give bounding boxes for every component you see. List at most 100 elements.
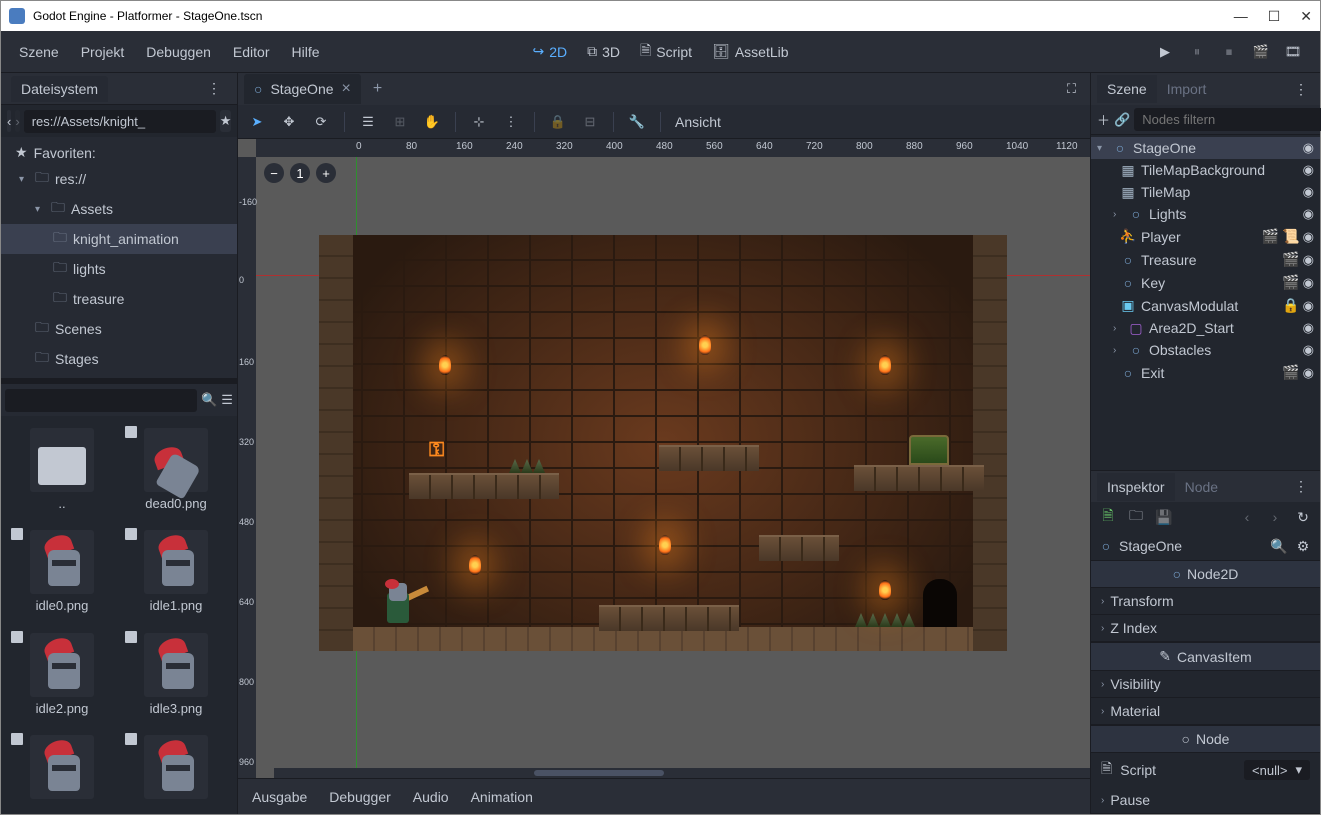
- node-filter-input[interactable]: [1134, 108, 1321, 131]
- node-key[interactable]: ○Key 🎬◉: [1091, 271, 1320, 294]
- zoom-in-button[interactable]: +: [316, 163, 336, 183]
- add-node-icon[interactable]: ＋: [1097, 111, 1110, 129]
- save-resource-icon[interactable]: 💾: [1155, 508, 1173, 526]
- viewport[interactable]: 0 80 160 240 320 400 480 560 640 720 800…: [238, 139, 1090, 778]
- node-exit[interactable]: ○Exit 🎬◉: [1091, 361, 1320, 384]
- zoom-reset-button[interactable]: 1: [290, 163, 310, 183]
- open-scene-icon[interactable]: 🎬: [1282, 364, 1299, 381]
- filter-properties-icon[interactable]: 🔍: [1270, 537, 1288, 555]
- scene-dock-tab[interactable]: Szene: [1097, 75, 1157, 103]
- close-scene-icon[interactable]: ×: [342, 80, 351, 98]
- node-obstacles[interactable]: ›○Obstacles ◉: [1091, 339, 1320, 361]
- add-scene-tab[interactable]: +: [365, 74, 390, 104]
- play-button[interactable]: ▶: [1156, 43, 1174, 61]
- scene-dock-options-icon[interactable]: ⋮: [1288, 81, 1314, 98]
- property-options-icon[interactable]: ⚙: [1294, 537, 1312, 555]
- stop-button[interactable]: ⏹: [1220, 43, 1238, 61]
- prop-visibility[interactable]: ›Visibility: [1091, 671, 1320, 698]
- new-resource-icon[interactable]: 🗎: [1099, 508, 1117, 526]
- prop-pause[interactable]: ›Pause: [1091, 787, 1320, 814]
- folder-tree[interactable]: ★Favoriten: ▾🗀res:// ▾🗀Assets 🗀knight_an…: [1, 137, 237, 378]
- favorites-row[interactable]: ★Favoriten:: [1, 141, 237, 164]
- menu-help[interactable]: Hilfe: [291, 44, 319, 60]
- visibility-icon[interactable]: ◉: [1303, 229, 1314, 245]
- prop-transform[interactable]: ›Transform: [1091, 588, 1320, 615]
- snap-options-icon[interactable]: ⋮: [502, 113, 520, 131]
- file-more2[interactable]: [123, 731, 229, 806]
- category-node2d[interactable]: ○Node2D: [1091, 560, 1320, 588]
- node-treasure[interactable]: ○Treasure 🎬◉: [1091, 248, 1320, 271]
- workspace-2d[interactable]: ↪ 2D: [532, 43, 567, 60]
- pan-tool-icon[interactable]: ✋: [423, 113, 441, 131]
- history-back-icon[interactable]: ‹: [1238, 508, 1256, 526]
- workspace-3d[interactable]: ⧉ 3D: [587, 43, 620, 60]
- lock-node-icon[interactable]: 🔒: [549, 113, 567, 131]
- file-parent[interactable]: ..: [9, 424, 115, 518]
- view-mode-icon[interactable]: ☰: [221, 391, 233, 409]
- visibility-icon[interactable]: ◉: [1303, 342, 1314, 358]
- distraction-free-icon[interactable]: ⛶: [1059, 81, 1084, 97]
- visibility-icon[interactable]: ◉: [1303, 252, 1314, 268]
- script-value-button[interactable]: <null>▾: [1244, 760, 1310, 780]
- visibility-icon[interactable]: ◉: [1303, 298, 1314, 314]
- move-tool-icon[interactable]: ✥: [280, 113, 298, 131]
- tree-knight-animation[interactable]: 🗀knight_animation: [1, 224, 237, 254]
- path-input[interactable]: [24, 110, 216, 133]
- prop-zindex[interactable]: ›Z Index: [1091, 615, 1320, 642]
- history-forward-icon[interactable]: ›: [1266, 508, 1284, 526]
- play-custom-button[interactable]: 🎞: [1284, 43, 1302, 61]
- tree-treasure[interactable]: 🗀treasure: [1, 284, 237, 314]
- prop-material[interactable]: ›Material: [1091, 698, 1320, 725]
- search-icon[interactable]: 🔍: [201, 391, 217, 409]
- bottom-animation[interactable]: Animation: [471, 789, 533, 805]
- zoom-out-button[interactable]: −: [264, 163, 284, 183]
- list-select-icon[interactable]: ☰: [359, 113, 377, 131]
- visibility-icon[interactable]: ◉: [1303, 320, 1314, 336]
- node-canvasmodulate[interactable]: ▣CanvasModulat 🔒◉: [1091, 294, 1320, 317]
- menu-project[interactable]: Projekt: [81, 44, 125, 60]
- menu-editor[interactable]: Editor: [233, 44, 270, 60]
- visibility-icon[interactable]: ◉: [1303, 365, 1314, 381]
- open-scene-icon[interactable]: 🎬: [1262, 228, 1279, 245]
- favorite-toggle-button[interactable]: ★: [220, 110, 232, 132]
- node-lights[interactable]: ›○Lights ◉: [1091, 203, 1320, 225]
- tree-assets[interactable]: ▾🗀Assets: [1, 194, 237, 224]
- file-dead0[interactable]: dead0.png: [123, 424, 229, 518]
- view-menu[interactable]: Ansicht: [675, 114, 721, 130]
- maximize-button[interactable]: ☐: [1268, 8, 1281, 25]
- tree-stages[interactable]: 🗀Stages: [1, 344, 237, 374]
- play-scene-button[interactable]: 🎬: [1252, 43, 1270, 61]
- open-scene-icon[interactable]: 🎬: [1282, 251, 1299, 268]
- nav-back-button[interactable]: ‹: [7, 110, 11, 132]
- file-filter-input[interactable]: [5, 389, 197, 412]
- node-dock-tab[interactable]: Node: [1175, 473, 1228, 501]
- node-tilemap[interactable]: ▦TileMap ◉: [1091, 181, 1320, 203]
- bottom-audio[interactable]: Audio: [413, 789, 449, 805]
- group-icon[interactable]: ⊟: [581, 113, 599, 131]
- node-tilemap-bg[interactable]: ▦TileMapBackground ◉: [1091, 159, 1320, 181]
- inspector-dock-tab[interactable]: Inspektor: [1097, 473, 1175, 501]
- scene-tree[interactable]: ▾○StageOne ◉ ▦TileMapBackground ◉ ▦TileM…: [1091, 135, 1320, 470]
- node-area2d-start[interactable]: ›▢Area2D_Start ◉: [1091, 317, 1320, 339]
- open-scene-icon[interactable]: 🎬: [1282, 274, 1299, 291]
- bottom-output[interactable]: Ausgabe: [252, 789, 307, 805]
- instance-node-icon[interactable]: 🔗: [1114, 111, 1130, 129]
- lock-icon[interactable]: 🔒: [1282, 297, 1299, 314]
- filesystem-tab[interactable]: Dateisystem: [11, 76, 108, 102]
- minimize-button[interactable]: —: [1234, 8, 1248, 25]
- lock-tool-icon[interactable]: ⊞: [391, 113, 409, 131]
- dock-options-icon[interactable]: ⋮: [201, 80, 227, 97]
- visibility-icon[interactable]: ◉: [1303, 206, 1314, 222]
- history-icon[interactable]: ↻: [1294, 508, 1312, 526]
- workspace-assetlib[interactable]: 🗄 AssetLib: [712, 43, 788, 60]
- nav-forward-button[interactable]: ›: [15, 110, 19, 132]
- visibility-icon[interactable]: ◉: [1303, 184, 1314, 200]
- script-icon[interactable]: 📜: [1282, 228, 1299, 245]
- bottom-debugger[interactable]: Debugger: [329, 789, 391, 805]
- node-stageone[interactable]: ▾○StageOne ◉: [1091, 137, 1320, 159]
- category-canvasitem[interactable]: ✎CanvasItem: [1091, 642, 1320, 671]
- menu-scene[interactable]: Szene: [19, 44, 59, 60]
- file-idle1[interactable]: idle1.png: [123, 526, 229, 620]
- ruler-tool-icon[interactable]: ⊹: [470, 113, 488, 131]
- rotate-tool-icon[interactable]: ⟳: [312, 113, 330, 131]
